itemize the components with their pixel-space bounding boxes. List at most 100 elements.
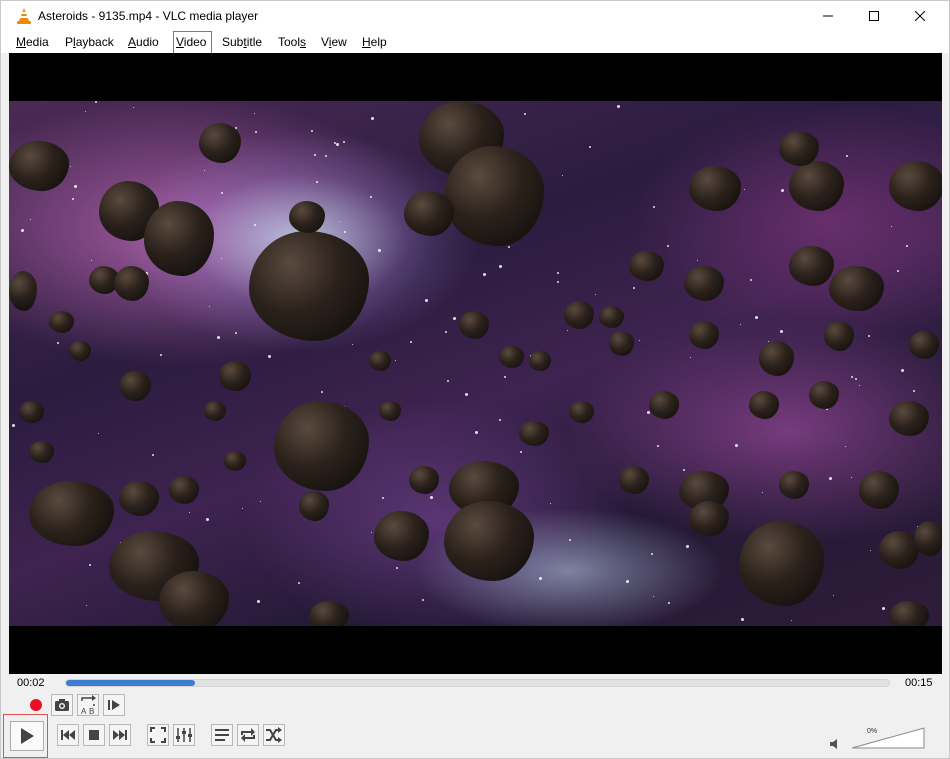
star [378,249,381,252]
star [781,189,784,192]
star [833,595,834,596]
asteroid [49,311,74,333]
star [453,317,456,320]
star [91,260,92,261]
star [897,270,899,272]
asteroid [274,401,369,491]
stop-icon [89,730,99,740]
asteroid [249,231,369,341]
previous-button[interactable] [57,724,79,746]
star [382,497,384,499]
star [12,424,15,427]
asteroid [119,481,159,516]
star [422,599,424,601]
shuffle-button[interactable] [263,724,285,746]
star [74,185,77,188]
asteroid [739,521,824,606]
record-button[interactable] [25,694,47,716]
asteroid [114,266,149,301]
asteroid [779,471,809,499]
snapshot-button[interactable] [51,694,73,716]
fullscreen-button[interactable] [147,724,169,746]
asteroid [29,481,114,546]
asteroid [144,201,214,276]
menu-media[interactable]: Media [16,35,49,49]
star [316,181,318,183]
asteroid [69,341,91,361]
menu-playback[interactable]: Playback [65,35,114,49]
star [334,142,336,144]
video-area[interactable] [9,53,942,674]
vlc-cone-icon [17,8,31,24]
asteroid [219,361,251,391]
star [741,618,744,621]
asteroid [299,491,329,521]
star [314,154,316,156]
asteroid [789,161,844,211]
maximize-icon [869,11,879,21]
asteroid [859,471,899,509]
star [209,306,210,307]
star [846,155,848,157]
star [254,224,256,226]
star [395,360,396,361]
star [447,380,449,382]
star [557,281,559,283]
minimize-button[interactable] [805,1,851,31]
play-button[interactable] [10,721,44,751]
star [298,582,300,584]
maximize-button[interactable] [851,1,897,31]
star [562,175,563,176]
star [539,577,542,580]
asteroid [404,191,454,236]
star [882,607,885,610]
menu-subtitle[interactable]: Subtitle [222,35,262,49]
star [396,567,398,569]
asteroid [499,346,524,368]
menu-view[interactable]: View [321,35,347,49]
star [569,539,571,541]
seek-slider[interactable] [65,679,890,687]
star [633,287,635,289]
vlc-window: Asteroids - 9135.mp4 - VLC media player … [0,0,950,759]
speaker-icon[interactable] [829,738,839,750]
playlist-button[interactable] [211,724,233,746]
asteroid [564,301,594,329]
stop-button[interactable] [83,724,105,746]
star [21,229,24,232]
star [204,170,205,171]
volume-slider[interactable] [851,727,925,749]
record-icon [30,699,42,711]
frame-step-button[interactable] [103,694,125,716]
asteroid [789,246,834,286]
menu-help[interactable]: Help [362,35,387,49]
asteroid [369,351,391,371]
star [475,431,478,434]
asteroid [529,351,551,371]
asteroid [759,341,794,376]
menu-audio[interactable]: Audio [128,35,159,49]
star [791,620,792,621]
total-time: 00:15 [905,677,933,689]
extended-settings-button[interactable] [173,724,195,746]
star [217,336,220,339]
next-button[interactable] [109,724,131,746]
loop-ab-icon: AB [81,695,96,715]
star [870,550,871,551]
star [668,602,670,604]
close-button[interactable] [897,1,943,31]
star [189,512,190,513]
star [647,411,650,414]
asteroid [609,331,634,356]
star [499,265,502,268]
asteroid [169,476,199,504]
loop-ab-button[interactable]: AB [77,694,99,716]
star [595,294,596,295]
star [780,330,783,333]
asteroid [204,401,226,421]
menu-tools[interactable]: Tools [278,35,306,49]
fullscreen-icon [150,727,166,743]
extended-settings-icon [176,728,192,742]
asteroid [409,466,439,494]
loop-button[interactable] [237,724,259,746]
